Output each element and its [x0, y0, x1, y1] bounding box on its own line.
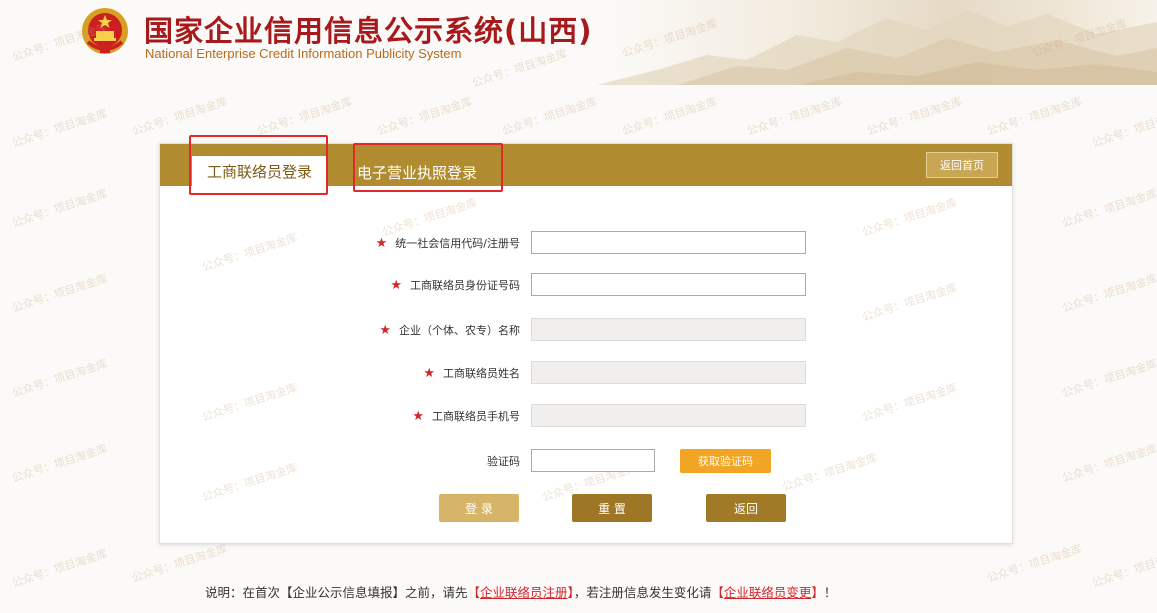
liaison-register-link[interactable]: 企业联络员注册	[480, 585, 568, 600]
watermark-text: 公众号：项目淘金库	[130, 541, 229, 585]
watermark-text: 公众号：项目淘金库	[10, 106, 109, 150]
watermark-text: 公众号：项目淘金库	[865, 94, 964, 138]
watermark-text: 公众号：项目淘金库	[1090, 546, 1157, 590]
watermark-text: 公众号：项目淘金库	[1060, 356, 1157, 400]
site-title: 国家企业信用信息公示系统(山西)	[144, 14, 593, 48]
captcha-input[interactable]	[531, 449, 655, 472]
required-star-icon: ★	[412, 408, 424, 424]
form-row-enterprise-name: ★ 企业（个体、农专）名称	[160, 318, 520, 342]
credit-code-input[interactable]	[531, 231, 806, 254]
captcha-label: 验证码	[487, 455, 520, 468]
site-subtitle: National Enterprise Credit Information P…	[145, 46, 462, 61]
required-star-icon: ★	[423, 365, 435, 381]
watermark-text: 公众号：项目淘金库	[745, 94, 844, 138]
field-label: ★ 工商联络员姓名	[423, 365, 520, 381]
site-header: 国家企业信用信息公示系统(山西) National Enterprise Cre…	[0, 0, 1157, 85]
required-star-icon: ★	[379, 322, 391, 338]
watermark-text: 公众号：项目淘金库	[620, 94, 719, 138]
watermark-text: 公众号：项目淘金库	[1090, 106, 1157, 150]
watermark-text: 公众号：项目淘金库	[10, 441, 109, 485]
watermark-text: 公众号：项目淘金库	[130, 94, 229, 138]
highlight-box-liaison-tab	[189, 135, 328, 195]
form-row-liaison-name: ★ 工商联络员姓名	[160, 361, 520, 385]
required-star-icon: ★	[375, 235, 388, 251]
watermark-text: 公众号：项目淘金库	[860, 380, 959, 424]
watermark-text: 公众号：项目淘金库	[500, 94, 599, 138]
watermark-text: 公众号：项目淘金库	[10, 186, 109, 230]
instruction-note: 说明：在首次【企业公示信息填报】之前，请先【企业联络员注册】，若注册信息发生变化…	[205, 585, 837, 600]
login-panel: 工商联络员登录 电子营业执照登录 返回首页 公众号：项目淘金库 公众号：项目淘金…	[159, 143, 1013, 544]
watermark-text: 公众号：项目淘金库	[10, 546, 109, 590]
national-emblem-icon	[82, 8, 128, 54]
form-row-liaison-phone: ★ 工商联络员手机号	[160, 404, 520, 428]
watermark-text: 公众号：项目淘金库	[10, 271, 109, 315]
watermark-text: 公众号：项目淘金库	[985, 541, 1084, 585]
mountain-banner-image	[597, 10, 1157, 85]
watermark-text: 公众号：项目淘金库	[1060, 271, 1157, 315]
liaison-phone-input[interactable]	[531, 404, 806, 427]
watermark-text: 公众号：项目淘金库	[860, 195, 959, 239]
field-label: ★ 统一社会信用代码/注册号	[375, 235, 520, 251]
form-row-liaison-id: ★ 工商联络员身份证号码	[160, 273, 520, 297]
watermark-text: 公众号：项目淘金库	[10, 356, 109, 400]
form-row-captcha: 验证码	[160, 449, 520, 473]
watermark-text: 公众号：项目淘金库	[1060, 186, 1157, 230]
form-row-credit-code: ★ 统一社会信用代码/注册号	[160, 231, 520, 255]
back-home-button[interactable]: 返回首页	[926, 152, 998, 178]
watermark-text: 公众号：项目淘金库	[985, 94, 1084, 138]
login-button[interactable]: 登 录	[439, 494, 519, 522]
liaison-change-link[interactable]: 企业联络员变更	[724, 585, 812, 600]
liaison-id-number-input[interactable]	[531, 273, 806, 296]
watermark-text: 公众号：项目淘金库	[780, 450, 879, 494]
liaison-name-input[interactable]	[531, 361, 806, 384]
watermark-text: 公众号：项目淘金库	[375, 94, 474, 138]
field-label: ★ 工商联络员手机号	[412, 408, 520, 424]
required-star-icon: ★	[390, 277, 402, 293]
field-label: ★ 企业（个体、农专）名称	[379, 322, 520, 338]
enterprise-name-input[interactable]	[531, 318, 806, 341]
watermark-text: 公众号：项目淘金库	[860, 280, 959, 324]
watermark-text: 公众号：项目淘金库	[1060, 441, 1157, 485]
field-label: ★ 工商联络员身份证号码	[390, 277, 520, 293]
return-button[interactable]: 返回	[706, 494, 786, 522]
get-code-button[interactable]: 获取验证码	[680, 449, 771, 473]
reset-button[interactable]: 重 置	[572, 494, 652, 522]
highlight-box-e-license-tab	[353, 143, 503, 192]
watermark-text: 公众号：项目淘金库	[255, 94, 354, 138]
